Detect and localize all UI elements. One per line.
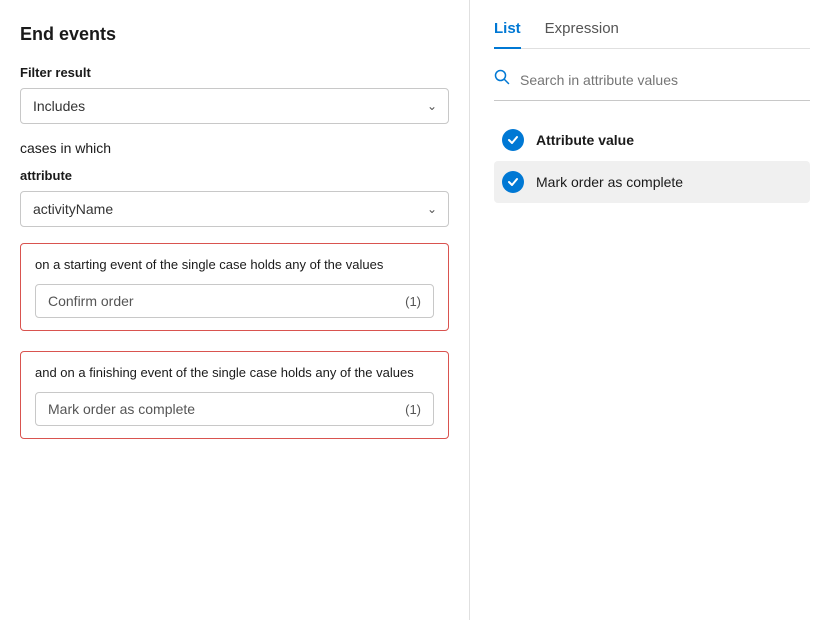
search-icon [494, 69, 510, 90]
starting-event-value-text: Confirm order [48, 293, 134, 309]
filter-select[interactable]: IncludesExcludes [20, 88, 449, 124]
finishing-event-box: and on a finishing event of the single c… [20, 351, 449, 439]
tab-bar: List Expression [494, 20, 810, 49]
list-item-label-attribute-value: Attribute value [536, 132, 634, 148]
check-circle-icon-2 [502, 171, 524, 193]
filter-label: Filter result [20, 65, 449, 80]
search-bar [494, 69, 810, 101]
list-item-attribute-value[interactable]: Attribute value [494, 119, 810, 161]
right-panel: List Expression Attribute value Mark ord… [470, 0, 834, 620]
cases-label: cases in which [20, 140, 449, 156]
finishing-event-value-count: (1) [405, 402, 421, 417]
left-panel: End events Filter result IncludesExclude… [0, 0, 470, 620]
starting-event-box: on a starting event of the single case h… [20, 243, 449, 331]
search-input[interactable] [520, 72, 810, 88]
starting-event-description: on a starting event of the single case h… [35, 256, 434, 274]
attribute-select[interactable]: activityNameresourcecost [20, 191, 449, 227]
check-circle-icon [502, 129, 524, 151]
list-item-label-mark-order: Mark order as complete [536, 174, 683, 190]
list-item-mark-order[interactable]: Mark order as complete [494, 161, 810, 203]
starting-event-value-count: (1) [405, 294, 421, 309]
filter-select-wrapper: IncludesExcludes ⌄ [20, 88, 449, 124]
finishing-event-value-text: Mark order as complete [48, 401, 195, 417]
attribute-label: attribute [20, 168, 449, 183]
page-title: End events [20, 24, 449, 45]
tab-expression[interactable]: Expression [545, 20, 619, 49]
starting-event-value-row: Confirm order (1) [35, 284, 434, 318]
tab-list[interactable]: List [494, 20, 521, 49]
finishing-event-description: and on a finishing event of the single c… [35, 364, 434, 382]
attribute-select-wrapper: activityNameresourcecost ⌄ [20, 191, 449, 227]
finishing-event-value-row: Mark order as complete (1) [35, 392, 434, 426]
